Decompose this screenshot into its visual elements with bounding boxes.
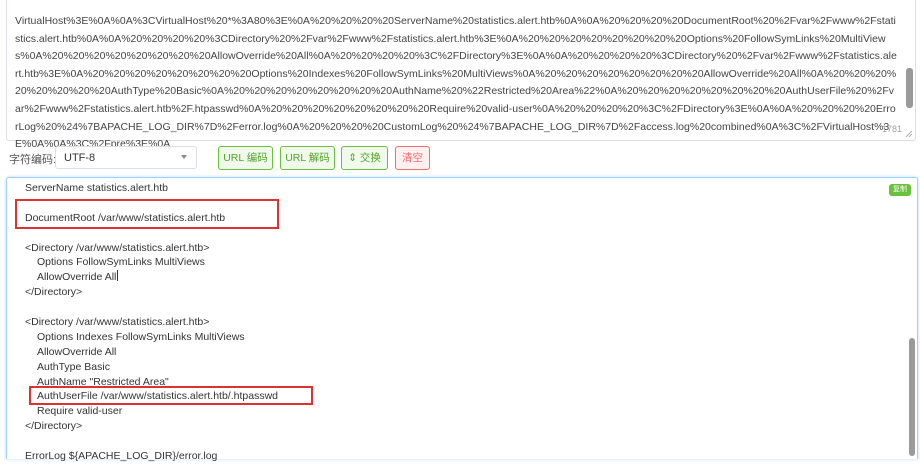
- decoded-output-textarea[interactable]: ServerName statistics.alert.htb Document…: [6, 177, 918, 462]
- decoded-output-text[interactable]: ServerName statistics.alert.htb Document…: [25, 181, 885, 464]
- encoding-select[interactable]: UTF-8: [55, 146, 197, 169]
- url-decode-button[interactable]: URL 解码: [280, 146, 335, 170]
- code-line: AuthUserFile /var/www/statistics.alert.h…: [37, 390, 278, 403]
- code-line: Require valid-user: [37, 405, 123, 418]
- resize-handle-icon[interactable]: [905, 130, 913, 138]
- copy-button[interactable]: 复制: [889, 184, 911, 196]
- code-line: </Directory>: [25, 286, 83, 299]
- encoded-input-textarea[interactable]: VirtualHost%3E%0A%0A%3CVirtualHost%20*%3…: [6, 0, 916, 150]
- chevron-down-icon: [181, 155, 187, 159]
- output-scrollbar-thumb[interactable]: [909, 338, 915, 456]
- input-scrollbar-thumb[interactable]: [906, 68, 913, 108]
- code-line: <Directory /var/www/statistics.alert.htb…: [25, 241, 210, 254]
- code-line: DocumentRoot /var/www/statistics.alert.h…: [25, 211, 226, 224]
- code-line: <Directory /var/www/statistics.alert.htb…: [25, 316, 210, 329]
- code-line: AuthType Basic: [37, 360, 110, 373]
- code-line: AllowOverride All: [25, 270, 885, 285]
- encoded-input-text[interactable]: VirtualHost%3E%0A%0A%3CVirtualHost%20*%3…: [15, 13, 897, 154]
- code-line: Options Indexes FollowSymLinks MultiView…: [37, 330, 245, 343]
- clear-button[interactable]: 清空: [395, 146, 430, 170]
- code-line: AuthName "Restricted Area": [37, 375, 169, 388]
- code-line: Options FollowSymLinks MultiViews: [37, 256, 205, 269]
- code-line: AllowOverride All: [37, 345, 117, 358]
- swap-button[interactable]: ⇕ 交换: [341, 146, 388, 170]
- code-line: ErrorLog ${APACHE_LOG_DIR}/error.log: [25, 450, 218, 463]
- toolbar: 字符编码: UTF-8 URL 编码 URL 解码 ⇕ 交换 清空: [0, 146, 920, 170]
- code-line: </Directory>: [25, 420, 83, 433]
- char-count: 1781: [881, 124, 902, 134]
- input-scrollbar[interactable]: [905, 0, 915, 141]
- encoding-label: 字符编码:: [9, 154, 57, 166]
- url-encode-button[interactable]: URL 编码: [218, 146, 273, 170]
- code-line-text: AllowOverride All: [37, 271, 117, 284]
- encoding-select-value: UTF-8: [64, 152, 96, 164]
- text-cursor: [117, 270, 119, 282]
- code-line: ServerName statistics.alert.htb: [25, 182, 168, 194]
